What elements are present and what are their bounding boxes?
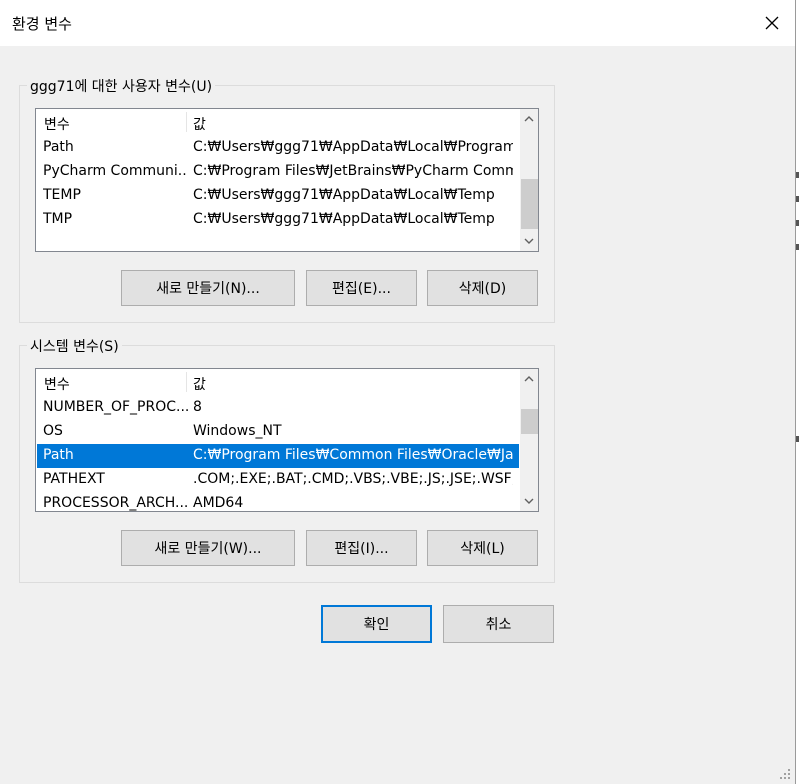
system-variables-label: 시스템 변수(S) [27,336,122,356]
list-row[interactable]: PyCharm Communi... C:₩Program Files₩JetB… [37,160,519,184]
variable-name: TMP [43,211,73,227]
list-row[interactable]: TEMP C:₩Users₩ggg71₩AppData₩Local₩Temp [37,184,519,208]
environment-variables-dialog: 환경 변수 ggg71에 대한 사용자 변수(U) 변수 값 Path C:₩U… [0,0,796,784]
variable-value: C:₩Program Files₩Common Files₩Oracle₩Ja.… [193,447,513,463]
title-bar: 환경 변수 [0,0,795,46]
variable-name: PROCESSOR_ARCH... [43,495,188,511]
list-header: 변수 값 [36,369,520,395]
variable-name: Path [43,139,74,155]
variable-value: C:₩Program Files₩JetBrains₩PyCharm Comm.… [193,163,513,179]
user-variables-list[interactable]: 변수 값 Path C:₩Users₩ggg71₩AppData₩Local₩P… [35,108,539,252]
system-new-button[interactable]: 새로 만들기(W)... [121,530,295,566]
column-header-value[interactable]: 값 [193,374,206,394]
system-variables-list[interactable]: 변수 값 NUMBER_OF_PROC... 8 OS Windows_NT P… [35,368,539,512]
column-header-variable[interactable]: 변수 [44,114,70,134]
variable-name: OS [43,423,63,439]
window-title: 환경 변수 [12,15,72,33]
scroll-down-button[interactable] [520,232,538,250]
scroll-down-button[interactable] [520,492,538,510]
variable-value: C:₩Users₩ggg71₩AppData₩Local₩Temp [193,187,495,203]
list-row[interactable]: Path C:₩Users₩ggg71₩AppData₩Local₩Progra… [37,136,519,160]
variable-value: C:₩Users₩ggg71₩AppData₩Local₩Programs... [193,139,513,155]
scroll-up-button[interactable] [520,370,538,388]
column-divider[interactable] [186,372,187,392]
system-edit-button[interactable]: 편집(I)... [306,530,417,566]
list-header: 변수 값 [36,109,520,135]
variable-value: 8 [193,399,202,415]
list-row[interactable]: PATHEXT .COM;.EXE;.BAT;.CMD;.VBS;.VBE;.J… [37,468,519,492]
system-delete-button[interactable]: 삭제(L) [427,530,538,566]
column-header-value[interactable]: 값 [193,114,206,134]
user-delete-button[interactable]: 삭제(D) [427,270,538,306]
variable-name: NUMBER_OF_PROC... [43,399,188,415]
scroll-thumb[interactable] [521,409,538,434]
chevron-down-icon [524,238,534,244]
scroll-thumb[interactable] [521,179,538,229]
vertical-scrollbar[interactable] [520,369,538,511]
chevron-up-icon [524,116,534,122]
scroll-up-button[interactable] [520,110,538,128]
user-new-button[interactable]: 새로 만들기(N)... [121,270,295,306]
close-icon [765,16,779,30]
user-edit-button[interactable]: 편집(E)... [306,270,417,306]
user-variables-label: ggg71에 대한 사용자 변수(U) [27,76,216,96]
column-header-variable[interactable]: 변수 [44,374,70,394]
column-divider[interactable] [186,112,187,132]
list-row[interactable]: TMP C:₩Users₩ggg71₩AppData₩Local₩Temp [37,208,519,232]
ok-button[interactable]: 확인 [321,605,432,643]
close-button[interactable] [749,0,795,46]
chevron-down-icon [524,498,534,504]
cancel-button[interactable]: 취소 [443,605,554,643]
variable-value: AMD64 [193,495,244,511]
variable-name: PyCharm Communi... [43,163,188,179]
variable-value: Windows_NT [193,423,282,439]
variable-name: TEMP [43,187,81,203]
variable-value: .COM;.EXE;.BAT;.CMD;.VBS;.VBE;.JS;.JSE;.… [193,471,513,487]
variable-name: Path [43,447,74,463]
resize-grip-icon[interactable] [779,768,791,780]
chevron-up-icon [524,376,534,382]
variable-name: PATHEXT [43,471,105,487]
list-row[interactable]: NUMBER_OF_PROC... 8 [37,396,519,420]
vertical-scrollbar[interactable] [520,109,538,251]
list-row-selected[interactable]: Path C:₩Program Files₩Common Files₩Oracl… [37,444,519,468]
variable-value: C:₩Users₩ggg71₩AppData₩Local₩Temp [193,211,495,227]
list-row[interactable]: OS Windows_NT [37,420,519,444]
list-row[interactable]: PROCESSOR_ARCH... AMD64 [37,492,519,511]
